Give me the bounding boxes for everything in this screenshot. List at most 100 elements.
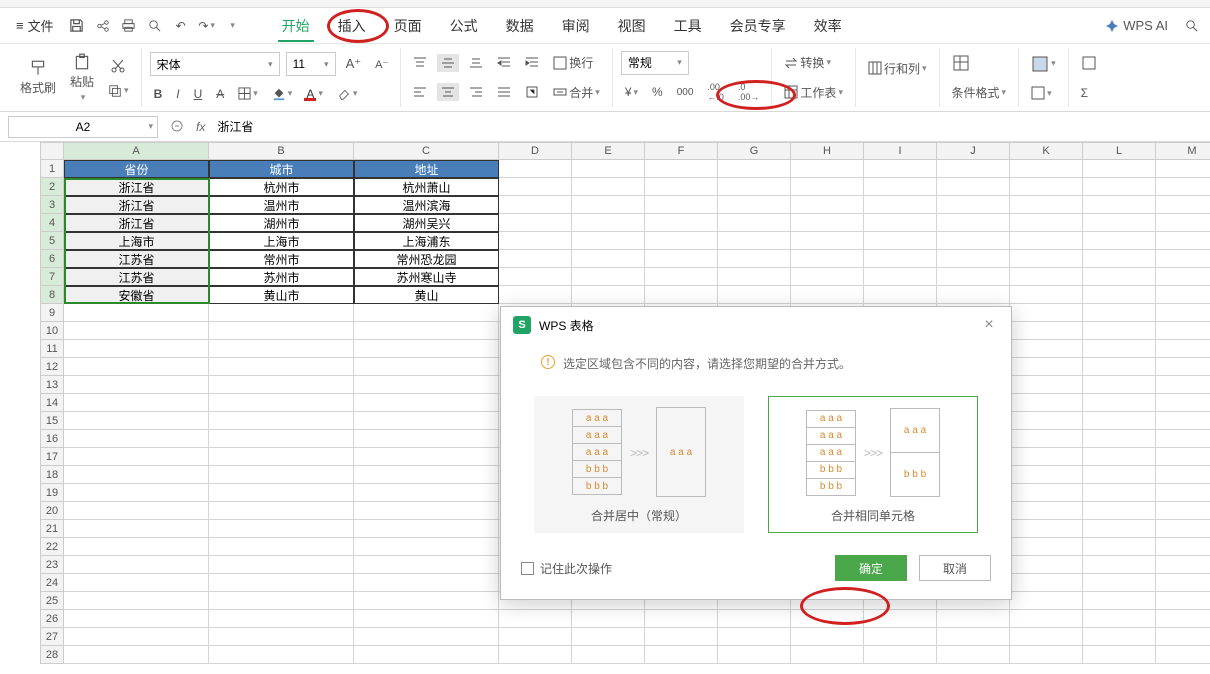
col-header-J[interactable]: J <box>937 142 1010 160</box>
worksheet-button[interactable]: 工作表 <box>780 82 847 103</box>
cell[interactable] <box>937 196 1010 214</box>
cell[interactable]: 浙江省 <box>64 196 209 214</box>
cell[interactable] <box>354 574 499 592</box>
tab-insert[interactable]: 插入 <box>324 10 380 42</box>
cell[interactable] <box>937 178 1010 196</box>
cell[interactable] <box>718 160 791 178</box>
table-style-icon[interactable] <box>1027 53 1060 75</box>
align-center-icon[interactable] <box>437 83 459 101</box>
cell[interactable] <box>1010 556 1083 574</box>
row-header[interactable]: 5 <box>40 232 64 250</box>
cell[interactable] <box>1156 430 1210 448</box>
cell[interactable] <box>1083 268 1156 286</box>
cell[interactable] <box>791 196 864 214</box>
preview-icon[interactable] <box>144 15 166 37</box>
cell[interactable] <box>209 628 354 646</box>
cell[interactable] <box>1083 592 1156 610</box>
cell[interactable] <box>718 286 791 304</box>
formula-input[interactable] <box>213 116 1202 138</box>
row-header[interactable]: 18 <box>40 466 64 484</box>
tab-page[interactable]: 页面 <box>380 10 436 42</box>
cell[interactable] <box>864 646 937 664</box>
cell[interactable] <box>354 412 499 430</box>
row-header[interactable]: 15 <box>40 412 64 430</box>
cell[interactable]: 湖州市 <box>209 214 354 232</box>
cell[interactable] <box>64 412 209 430</box>
undo-icon[interactable]: ↶ <box>170 15 192 37</box>
row-header[interactable]: 11 <box>40 340 64 358</box>
cell[interactable] <box>645 646 718 664</box>
row-header[interactable]: 13 <box>40 376 64 394</box>
cell[interactable] <box>209 538 354 556</box>
merge-option-same[interactable]: a a a a a a a a a b b b b b b >>> a a a … <box>768 396 978 533</box>
cell[interactable]: 地址 <box>354 160 499 178</box>
cell[interactable] <box>572 250 645 268</box>
cell[interactable] <box>354 538 499 556</box>
increase-decimal-icon[interactable]: .00←.0 <box>703 80 728 104</box>
convert-button[interactable]: 转换 <box>780 52 835 73</box>
cell[interactable] <box>1010 214 1083 232</box>
cell[interactable] <box>791 232 864 250</box>
tab-data[interactable]: 数据 <box>492 10 548 42</box>
font-size-select[interactable]: 11▾ <box>286 52 336 76</box>
cell[interactable] <box>64 628 209 646</box>
cell[interactable] <box>209 592 354 610</box>
cell[interactable] <box>1083 610 1156 628</box>
wrap-text-button[interactable]: 换行 <box>549 52 597 73</box>
row-header[interactable]: 21 <box>40 520 64 538</box>
row-header[interactable]: 25 <box>40 592 64 610</box>
cell[interactable] <box>645 232 718 250</box>
cell[interactable] <box>1156 250 1210 268</box>
cell[interactable] <box>864 610 937 628</box>
cell[interactable] <box>1156 304 1210 322</box>
cell[interactable] <box>1156 502 1210 520</box>
cell[interactable] <box>209 520 354 538</box>
cell[interactable] <box>354 628 499 646</box>
merge-option-normal[interactable]: a a a a a a a a a b b b b b b >>> a a a … <box>534 396 744 533</box>
sum-icon[interactable]: Σ <box>1077 84 1092 102</box>
cell[interactable] <box>791 610 864 628</box>
cell[interactable] <box>1083 646 1156 664</box>
cell[interactable] <box>718 646 791 664</box>
cell[interactable] <box>209 502 354 520</box>
cell[interactable] <box>64 574 209 592</box>
row-header[interactable]: 26 <box>40 610 64 628</box>
tab-review[interactable]: 审阅 <box>548 10 604 42</box>
cell[interactable] <box>354 322 499 340</box>
cell[interactable] <box>1010 322 1083 340</box>
increase-font-icon[interactable]: A⁺ <box>342 54 366 74</box>
name-box[interactable]: A2▾ <box>8 116 158 138</box>
cancel-fx-icon[interactable] <box>166 116 188 138</box>
cell[interactable] <box>572 628 645 646</box>
cell[interactable] <box>1010 394 1083 412</box>
cell[interactable] <box>209 448 354 466</box>
cell[interactable] <box>1010 412 1083 430</box>
cell[interactable] <box>64 376 209 394</box>
cell[interactable] <box>718 214 791 232</box>
col-header-A[interactable]: A <box>64 142 209 160</box>
row-header[interactable]: 1 <box>40 160 64 178</box>
cell[interactable] <box>937 232 1010 250</box>
cell[interactable] <box>1083 520 1156 538</box>
cell[interactable] <box>1083 340 1156 358</box>
cell[interactable] <box>645 628 718 646</box>
cell[interactable]: 浙江省 <box>64 178 209 196</box>
cell[interactable] <box>1083 304 1156 322</box>
search-icon[interactable] <box>1180 15 1202 37</box>
indent-decrease-icon[interactable] <box>493 54 515 72</box>
cell[interactable] <box>354 340 499 358</box>
cell[interactable] <box>1083 448 1156 466</box>
cell[interactable] <box>791 214 864 232</box>
cell[interactable] <box>354 358 499 376</box>
cell[interactable] <box>1156 196 1210 214</box>
col-header-B[interactable]: B <box>209 142 354 160</box>
cell[interactable] <box>1156 520 1210 538</box>
cell[interactable]: 江苏省 <box>64 268 209 286</box>
cell[interactable] <box>499 646 572 664</box>
cell[interactable] <box>209 556 354 574</box>
print-icon[interactable] <box>118 15 140 37</box>
cell[interactable] <box>209 646 354 664</box>
cell[interactable] <box>937 160 1010 178</box>
cell[interactable] <box>209 340 354 358</box>
cell[interactable] <box>718 232 791 250</box>
